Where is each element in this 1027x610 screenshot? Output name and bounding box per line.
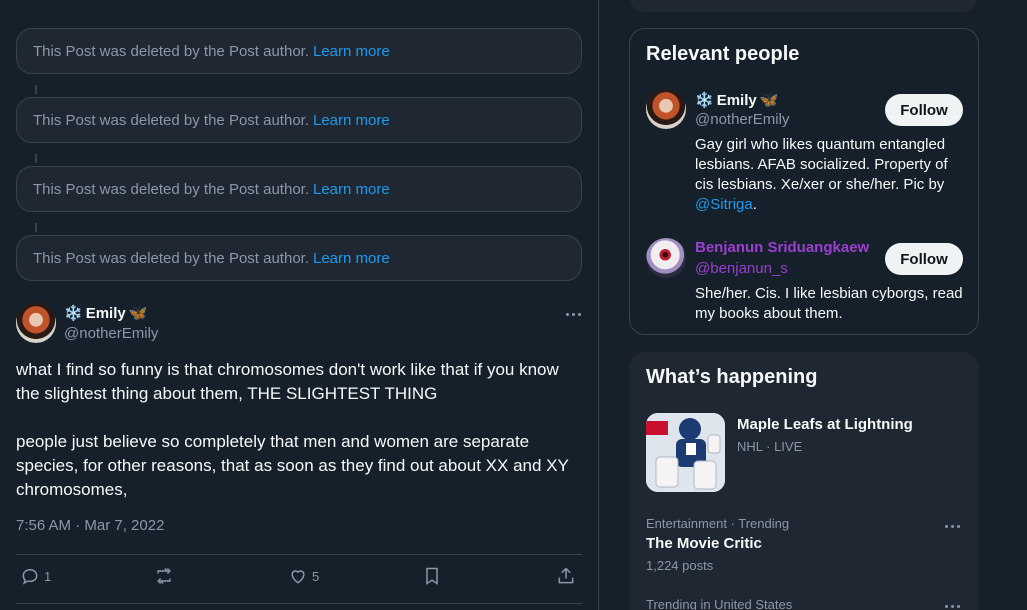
like-icon — [291, 570, 305, 584]
whats-happening-panel: What’s happening Maple Leafs at Lightnin… — [629, 352, 979, 610]
bookmark-button[interactable] — [422, 566, 442, 586]
person-name-row[interactable]: ❄️ Emily 🦋 — [695, 91, 779, 110]
sidebar-previous-card — [629, 0, 978, 12]
author-name[interactable]: Emily — [86, 305, 126, 322]
learn-more-link[interactable]: Learn more — [313, 250, 390, 267]
relevant-people-panel: Relevant people ❄️ Emily 🦋 @notherEmily … — [629, 28, 979, 335]
author-name-row[interactable]: ❄️ Emily 🦋 — [64, 304, 148, 323]
post-actions-bar: 1 5 — [16, 562, 582, 594]
trend-more-icon[interactable] — [945, 605, 960, 608]
bio-text-end: . — [752, 196, 757, 213]
main-column: This Post was deleted by the Post author… — [0, 0, 599, 610]
reply-icon — [22, 568, 38, 585]
deleted-post-text: This Post was deleted by the Post author… — [33, 249, 309, 267]
thread-connector — [35, 85, 37, 94]
bio-text: Gay girl who likes quantum entangled les… — [695, 136, 948, 193]
person-avatar[interactable] — [646, 238, 686, 278]
person-handle[interactable]: @benjanun_s — [695, 260, 788, 277]
like-count: 5 — [312, 568, 320, 584]
person-name[interactable]: Benjanun Sriduangkaew — [695, 239, 869, 256]
bookmark-icon — [426, 567, 438, 585]
thread-connector — [35, 223, 37, 232]
share-icon — [558, 567, 574, 584]
trend-post-count: 1,224 posts — [646, 558, 714, 573]
person-bio: Gay girl who likes quantum entangled les… — [695, 135, 965, 215]
learn-more-link[interactable]: Learn more — [313, 112, 390, 129]
butterfly-emoji: 🦋 — [759, 92, 779, 109]
thread-connector — [35, 154, 37, 163]
panel-title: What’s happening — [646, 366, 818, 388]
deleted-post-notice: This Post was deleted by the Post author… — [16, 28, 582, 74]
panel-title: Relevant people — [646, 43, 800, 65]
bio-mention-link[interactable]: @Sitriga — [695, 196, 753, 213]
post-text-paragraph: what I find so funny is that chromosomes… — [16, 360, 559, 403]
person-bio: She/her. Cis. I like lesbian cyborgs, re… — [695, 285, 963, 322]
snowflake-emoji: ❄️ — [695, 92, 714, 109]
trend-thumbnail[interactable] — [646, 413, 725, 492]
trend-category: Trending in United States — [646, 597, 793, 610]
snowflake-emoji: ❄️ — [64, 305, 83, 322]
person-name[interactable]: Emily — [717, 92, 757, 109]
trend-more-icon[interactable] — [945, 525, 960, 528]
deleted-post-text: This Post was deleted by the Post author… — [33, 180, 309, 198]
share-button[interactable] — [556, 566, 576, 586]
person-handle[interactable]: @notherEmily — [695, 111, 789, 128]
learn-more-link[interactable]: Learn more — [313, 181, 390, 198]
deleted-post-notice: This Post was deleted by the Post author… — [16, 166, 582, 212]
follow-button[interactable]: Follow — [885, 243, 963, 275]
deleted-post-text: This Post was deleted by the Post author… — [33, 42, 309, 60]
reply-count: 1 — [44, 568, 52, 584]
post-text-paragraph: people just believe so completely that m… — [16, 432, 569, 499]
retweet-icon — [157, 567, 171, 585]
deleted-post-notice: This Post was deleted by the Post author… — [16, 97, 582, 143]
trend-category: Entertainment · Trending — [646, 516, 790, 531]
post-timestamp[interactable]: 7:56 AM · Mar 7, 2022 — [16, 517, 164, 534]
divider — [16, 603, 582, 604]
learn-more-link[interactable]: Learn more — [313, 43, 390, 60]
author-handle[interactable]: @notherEmily — [64, 325, 158, 342]
hockey-goalie-image — [646, 413, 725, 492]
butterfly-emoji: 🦋 — [128, 305, 148, 322]
author-avatar[interactable] — [16, 303, 56, 343]
like-button[interactable]: 5 — [288, 566, 319, 586]
trend-headline[interactable]: The Movie Critic — [646, 535, 762, 552]
deleted-post-notice: This Post was deleted by the Post author… — [16, 235, 582, 281]
divider — [16, 554, 582, 555]
follow-button[interactable]: Follow — [885, 94, 963, 126]
trend-headline[interactable]: Maple Leafs at Lightning — [737, 416, 913, 433]
trend-meta: NHL · LIVE — [737, 439, 803, 454]
reply-button[interactable]: 1 — [20, 566, 51, 586]
deleted-post-text: This Post was deleted by the Post author… — [33, 111, 309, 129]
person-avatar[interactable] — [646, 89, 686, 129]
more-options-icon[interactable] — [566, 313, 581, 316]
retweet-button[interactable] — [154, 566, 178, 586]
